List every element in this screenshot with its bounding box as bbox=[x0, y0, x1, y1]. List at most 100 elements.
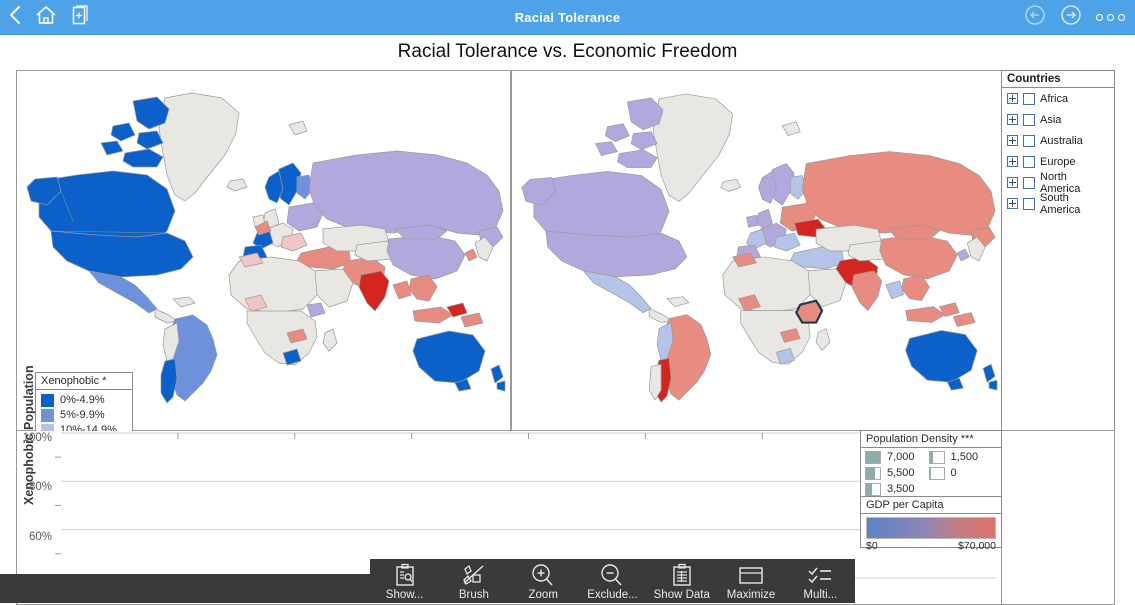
legend-item[interactable]: 0%-4.9% bbox=[41, 393, 127, 408]
gdp-scale: $0 $70,000 bbox=[861, 540, 1001, 552]
toolbar-button-maximize[interactable]: Maximize bbox=[716, 559, 785, 601]
legend-population-density: Population Density *** 7,000 5,500 3,500… bbox=[860, 430, 1002, 498]
brush-icon bbox=[461, 562, 487, 588]
toolbar-button-zoom[interactable]: Zoom bbox=[509, 559, 578, 601]
legend-pd-column-right: 1,500 0 bbox=[928, 450, 979, 496]
y-tick-label: 80% bbox=[28, 481, 52, 493]
new-sheet-icon[interactable] bbox=[68, 4, 90, 31]
toolbar-label: Show Data bbox=[653, 589, 710, 601]
legend-item[interactable]: 5%-9.9% bbox=[41, 408, 127, 423]
legend-item[interactable]: 7,000 bbox=[865, 450, 915, 464]
expand-plus-icon[interactable] bbox=[1007, 135, 1018, 146]
toolbar-label: Maximize bbox=[726, 589, 776, 601]
map-xenophobic[interactable]: Xenophobic * 0%-4.9% 5%-9.9% 10%-14.9% 1… bbox=[16, 70, 511, 432]
country-row[interactable]: Africa bbox=[1002, 88, 1114, 109]
countries-list: Africa Asia Australia Europe North Ameri bbox=[1002, 88, 1114, 216]
toolbar-button-exclude[interactable]: Exclude... bbox=[578, 559, 647, 601]
legend-item[interactable]: 3,500 bbox=[865, 482, 915, 496]
zoom-in-icon bbox=[530, 562, 556, 588]
toolbar-button-multi-select[interactable]: Multi... bbox=[786, 559, 855, 601]
density-swatch bbox=[865, 466, 881, 480]
toolbar-button-show[interactable]: Show... bbox=[370, 559, 439, 601]
legend-xenophobic: Xenophobic * 0%-4.9% 5%-9.9% 10%-14.9% 1… bbox=[35, 372, 133, 432]
legend-item[interactable]: 1,500 bbox=[928, 450, 979, 464]
chevron-left-icon[interactable] bbox=[6, 4, 24, 31]
legend-item-label: 10%-14.9% bbox=[60, 424, 117, 432]
legend-item-label: 1,500 bbox=[950, 451, 979, 463]
legend-pd-column-left: 7,000 5,500 3,500 bbox=[865, 450, 915, 496]
checkbox[interactable] bbox=[1023, 176, 1035, 189]
legend-item[interactable]: 5,500 bbox=[865, 466, 915, 480]
legend-swatch bbox=[41, 424, 54, 431]
country-label: South America bbox=[1040, 191, 1081, 216]
toolbar-label: Brush bbox=[458, 589, 489, 601]
country-row[interactable]: North America bbox=[1002, 171, 1114, 195]
checkbox[interactable] bbox=[1023, 155, 1035, 168]
density-swatch bbox=[928, 466, 945, 480]
density-swatch bbox=[865, 482, 881, 496]
country-row[interactable]: Australia bbox=[1002, 130, 1114, 151]
toolbar-label: Multi... bbox=[803, 589, 838, 601]
arrow-left-circle-icon[interactable] bbox=[1024, 4, 1046, 31]
legend-xenophobic-title: Xenophobic * bbox=[36, 373, 132, 390]
country-row[interactable]: Europe bbox=[1002, 151, 1114, 172]
country-label: Europe bbox=[1040, 155, 1076, 168]
expand-plus-icon[interactable] bbox=[1007, 198, 1018, 209]
app-bar-title: Racial Tolerance bbox=[514, 9, 621, 25]
legend-gdp-per-capita: GDP per Capita $0 $70,000 bbox=[860, 496, 1002, 552]
toolbar-label: Zoom bbox=[528, 589, 558, 601]
context-toolbar: Show... Brush Zoom Exclude... Show Data … bbox=[370, 559, 855, 603]
y-tick-label: 100% bbox=[22, 432, 52, 444]
home-icon[interactable] bbox=[34, 4, 58, 31]
expand-plus-icon[interactable] bbox=[1007, 93, 1018, 104]
more-options-icon[interactable] bbox=[1096, 13, 1125, 21]
expand-plus-icon[interactable] bbox=[1007, 156, 1018, 167]
checkbox[interactable] bbox=[1023, 92, 1035, 105]
show-data-icon bbox=[669, 562, 695, 588]
right-panel-filler bbox=[1001, 430, 1115, 605]
country-row[interactable]: Asia bbox=[1002, 109, 1114, 130]
legend-population-density-title: Population Density *** bbox=[861, 431, 1001, 448]
legend-item[interactable]: 10%-14.9% bbox=[41, 423, 127, 432]
toolbar-button-show-data[interactable]: Show Data bbox=[647, 559, 716, 601]
world-map-economic-freedom-svg bbox=[521, 93, 998, 403]
map-economic-freedom[interactable]: Economic Freedom ** Free Moderately Free… bbox=[511, 70, 1003, 432]
legend-item[interactable]: 0 bbox=[928, 466, 979, 480]
app-bar-left-actions bbox=[6, 0, 90, 34]
legend-swatch bbox=[41, 394, 54, 407]
arrow-right-circle-icon[interactable] bbox=[1060, 4, 1082, 31]
expand-plus-icon[interactable] bbox=[1007, 177, 1018, 188]
country-label: Africa bbox=[1040, 92, 1069, 105]
zoom-out-icon bbox=[599, 562, 625, 588]
toolbar-shade-left bbox=[0, 574, 370, 603]
legend-item-label: 3,500 bbox=[887, 483, 915, 495]
y-tick-label: 60% bbox=[28, 531, 52, 543]
legend-item-label: 0 bbox=[950, 467, 957, 479]
density-swatch bbox=[865, 450, 881, 464]
legend-item-label: 0%-4.9% bbox=[60, 394, 105, 406]
app-bar: Racial Tolerance bbox=[0, 0, 1135, 35]
toolbar-button-brush[interactable]: Brush bbox=[439, 559, 508, 601]
countries-panel-title: Countries bbox=[1002, 71, 1114, 88]
legend-swatch bbox=[41, 409, 54, 422]
checkbox[interactable] bbox=[1023, 197, 1035, 210]
expand-plus-icon[interactable] bbox=[1007, 114, 1018, 125]
gdp-min-label: $0 bbox=[866, 540, 878, 552]
gdp-max-label: $70,000 bbox=[958, 540, 996, 552]
density-swatch bbox=[928, 450, 945, 464]
show-details-icon bbox=[392, 562, 418, 588]
legend-gdp-title: GDP per Capita bbox=[861, 497, 1001, 514]
country-row[interactable]: South America bbox=[1002, 191, 1114, 216]
country-label: Australia bbox=[1040, 134, 1083, 147]
multi-select-icon bbox=[806, 562, 834, 588]
legend-item-label: 7,000 bbox=[887, 451, 915, 463]
legend-item-label: 5%-9.9% bbox=[60, 409, 105, 421]
toolbar-label: Show... bbox=[385, 589, 424, 601]
toolbar-label: Exclude... bbox=[587, 589, 638, 601]
legend-item-label: 5,500 bbox=[887, 467, 915, 479]
checkbox[interactable] bbox=[1023, 134, 1035, 147]
legend-xenophobic-items: 0%-4.9% 5%-9.9% 10%-14.9% 15%-19.9% 20%-… bbox=[36, 390, 132, 432]
application-window: Racial Tolerance Racial Tolerance vs. Ec… bbox=[0, 0, 1135, 605]
countries-filter-panel[interactable]: Countries Africa Asia Australia Europe N… bbox=[1001, 70, 1115, 432]
checkbox[interactable] bbox=[1023, 113, 1035, 126]
